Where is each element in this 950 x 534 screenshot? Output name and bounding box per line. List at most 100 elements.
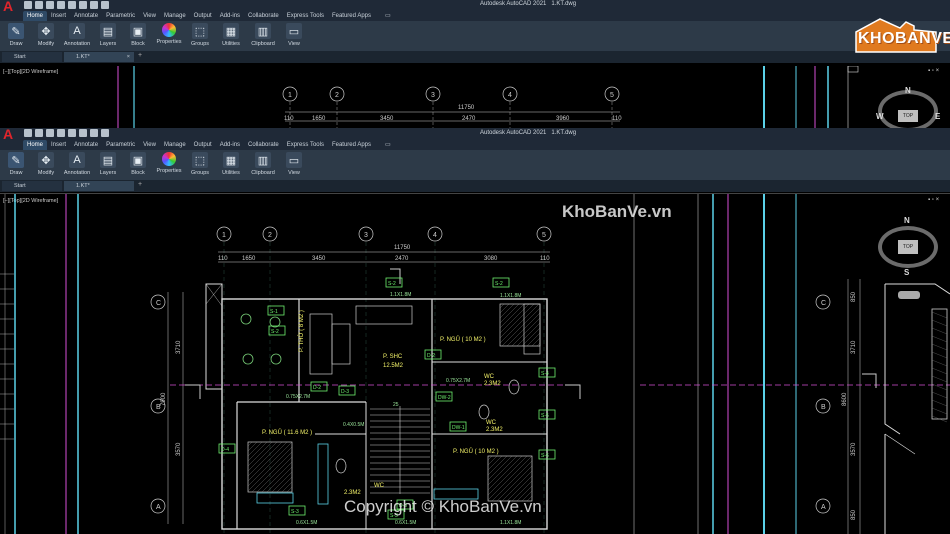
dimension-text: 110 bbox=[284, 116, 294, 122]
ribbon-panel-groups[interactable]: ⬚ Groups bbox=[186, 150, 214, 180]
open-icon[interactable] bbox=[35, 1, 43, 9]
tab-express-tools[interactable]: Express Tools bbox=[283, 11, 328, 21]
web-icon[interactable] bbox=[68, 1, 76, 9]
ribbon-panel-properties[interactable]: Properties bbox=[154, 21, 184, 51]
color-wheel-icon[interactable] bbox=[162, 152, 176, 166]
layers-icon[interactable]: ▤ bbox=[100, 152, 116, 168]
ribbon-panel-view[interactable]: ▭ View bbox=[280, 150, 308, 180]
new-icon[interactable] bbox=[24, 1, 32, 9]
tab-view[interactable]: View bbox=[139, 11, 160, 21]
ribbon-panel-modify[interactable]: ✥ Modify bbox=[32, 150, 60, 180]
save-icon[interactable] bbox=[46, 129, 54, 137]
ribbon-panel-draw[interactable]: ✎ Draw bbox=[2, 21, 30, 51]
ribbon-panel-block[interactable]: ▣ Block bbox=[124, 150, 152, 180]
text-icon[interactable]: A bbox=[69, 23, 85, 39]
view-icon[interactable]: ▭ bbox=[286, 152, 302, 168]
block-icon[interactable]: ▣ bbox=[130, 23, 146, 39]
tab-parametric[interactable]: Parametric bbox=[102, 140, 139, 150]
ribbon-panel-draw[interactable]: ✎ Draw bbox=[2, 150, 30, 180]
tab-collaborate[interactable]: Collaborate bbox=[244, 11, 283, 21]
tab-insert[interactable]: Insert bbox=[47, 140, 70, 150]
tab-annotate[interactable]: Annotate bbox=[70, 140, 102, 150]
print-icon[interactable] bbox=[79, 1, 87, 9]
tab-featured-apps[interactable]: Featured Apps bbox=[328, 140, 375, 150]
ribbon-panel-view[interactable]: ▭ View bbox=[280, 21, 308, 51]
compass-s-front[interactable]: S bbox=[904, 268, 909, 277]
move-icon[interactable]: ✥ bbox=[38, 152, 54, 168]
view-icon[interactable]: ▭ bbox=[286, 23, 302, 39]
ribbon-panel-clipboard[interactable]: ▥ Clipboard bbox=[248, 150, 278, 180]
open-icon[interactable] bbox=[35, 129, 43, 137]
tab-parametric[interactable]: Parametric bbox=[102, 11, 139, 21]
tab-featured-apps[interactable]: Featured Apps bbox=[328, 11, 375, 21]
tab-add-ins[interactable]: Add-ins bbox=[216, 11, 244, 21]
redo-icon[interactable] bbox=[101, 1, 109, 9]
ribbon-panel-layers[interactable]: ▤ Layers bbox=[94, 21, 122, 51]
navcube-top-front[interactable]: TOP bbox=[898, 240, 918, 254]
ribbon-panel-modify[interactable]: ✥ Modify bbox=[32, 21, 60, 51]
compass-n-front[interactable]: N bbox=[904, 216, 910, 225]
groups-icon[interactable]: ⬚ bbox=[192, 23, 208, 39]
ribbon-panel-utilities[interactable]: ▦ Utilities bbox=[216, 150, 246, 180]
undo-icon[interactable] bbox=[90, 1, 98, 9]
tab-start-front[interactable]: Start bbox=[2, 181, 62, 191]
layers-icon[interactable]: ▤ bbox=[100, 23, 116, 39]
compass-w[interactable]: W bbox=[876, 112, 884, 121]
tab-manage[interactable]: Manage bbox=[160, 11, 190, 21]
tab-home[interactable]: Home bbox=[23, 140, 48, 150]
undo-icon[interactable] bbox=[90, 129, 98, 137]
new-icon[interactable] bbox=[24, 129, 32, 137]
tab-insert[interactable]: Insert bbox=[47, 11, 70, 21]
redo-icon[interactable] bbox=[101, 129, 109, 137]
calculator-icon[interactable]: ▦ bbox=[223, 23, 239, 39]
compass-e[interactable]: E bbox=[935, 112, 940, 121]
new-tab-icon-front[interactable]: + bbox=[138, 181, 142, 188]
new-tab-icon[interactable]: + bbox=[138, 52, 142, 59]
tab-manage[interactable]: Manage bbox=[160, 140, 190, 150]
tab-output[interactable]: Output bbox=[190, 140, 216, 150]
ribbon-front: ✎ Draw ✥ Modify A Annotation ▤ Layers ▣ Block Prop… bbox=[0, 150, 950, 180]
ribbon-toggle-icon[interactable]: ▭ bbox=[381, 11, 395, 21]
ribbon-panel-annotation[interactable]: A Annotation bbox=[62, 150, 92, 180]
ribbon-toggle-icon[interactable]: ▭ bbox=[381, 140, 395, 150]
tag-label: S-2 bbox=[271, 329, 279, 335]
ribbon-panel-properties[interactable]: Properties bbox=[154, 150, 184, 180]
viewport-back[interactable]: [−][Top][2D Wireframe] ▪ ▫ × 12345 11750… bbox=[0, 66, 950, 132]
groups-icon[interactable]: ⬚ bbox=[192, 152, 208, 168]
tab-home[interactable]: Home bbox=[23, 11, 48, 21]
saveas-icon[interactable] bbox=[57, 1, 65, 9]
tab-express-tools[interactable]: Express Tools bbox=[283, 140, 328, 150]
saveas-icon[interactable] bbox=[57, 129, 65, 137]
pencil-icon[interactable]: ✎ bbox=[8, 152, 24, 168]
calculator-icon[interactable]: ▦ bbox=[223, 152, 239, 168]
color-wheel-icon[interactable] bbox=[162, 23, 176, 37]
compass-n[interactable]: N bbox=[905, 86, 911, 95]
tab-1kt-front[interactable]: 1.KT* bbox=[64, 181, 134, 191]
navcube-top[interactable]: TOP bbox=[898, 110, 918, 122]
tab-collaborate[interactable]: Collaborate bbox=[244, 140, 283, 150]
save-icon[interactable] bbox=[46, 1, 54, 9]
text-icon[interactable]: A bbox=[69, 152, 85, 168]
print-icon[interactable] bbox=[79, 129, 87, 137]
move-icon[interactable]: ✥ bbox=[38, 23, 54, 39]
tab-start[interactable]: Start bbox=[2, 52, 62, 62]
tab-annotate[interactable]: Annotate bbox=[70, 11, 102, 21]
ribbon-panel-annotation[interactable]: A Annotation bbox=[62, 21, 92, 51]
clipboard-icon[interactable]: ▥ bbox=[255, 152, 271, 168]
ribbon-panel-layers[interactable]: ▤ Layers bbox=[94, 150, 122, 180]
clipboard-icon[interactable]: ▥ bbox=[255, 23, 271, 39]
block-icon[interactable]: ▣ bbox=[130, 152, 146, 168]
tab-view[interactable]: View bbox=[139, 140, 160, 150]
ribbon-panel-block[interactable]: ▣ Block bbox=[124, 21, 152, 51]
tab-add-ins[interactable]: Add-ins bbox=[216, 140, 244, 150]
pencil-icon[interactable]: ✎ bbox=[8, 23, 24, 39]
web-icon[interactable] bbox=[68, 129, 76, 137]
tab-1kt[interactable]: 1.KT* × bbox=[64, 52, 134, 62]
ribbon-panel-clipboard[interactable]: ▥ Clipboard bbox=[248, 21, 278, 51]
tab-output[interactable]: Output bbox=[190, 11, 216, 21]
ribbon-panel-groups[interactable]: ⬚ Groups bbox=[186, 21, 214, 51]
ribbon-panel-utilities[interactable]: ▦ Utilities bbox=[216, 21, 246, 51]
viewport-front[interactable]: [−][Top][2D Wireframe] ▪ ▫ × 1 2 3 4 5 11750 1… bbox=[0, 193, 950, 534]
close-tab-icon[interactable]: × bbox=[127, 52, 130, 62]
autocad-logo-icon-front[interactable]: A bbox=[3, 127, 17, 141]
